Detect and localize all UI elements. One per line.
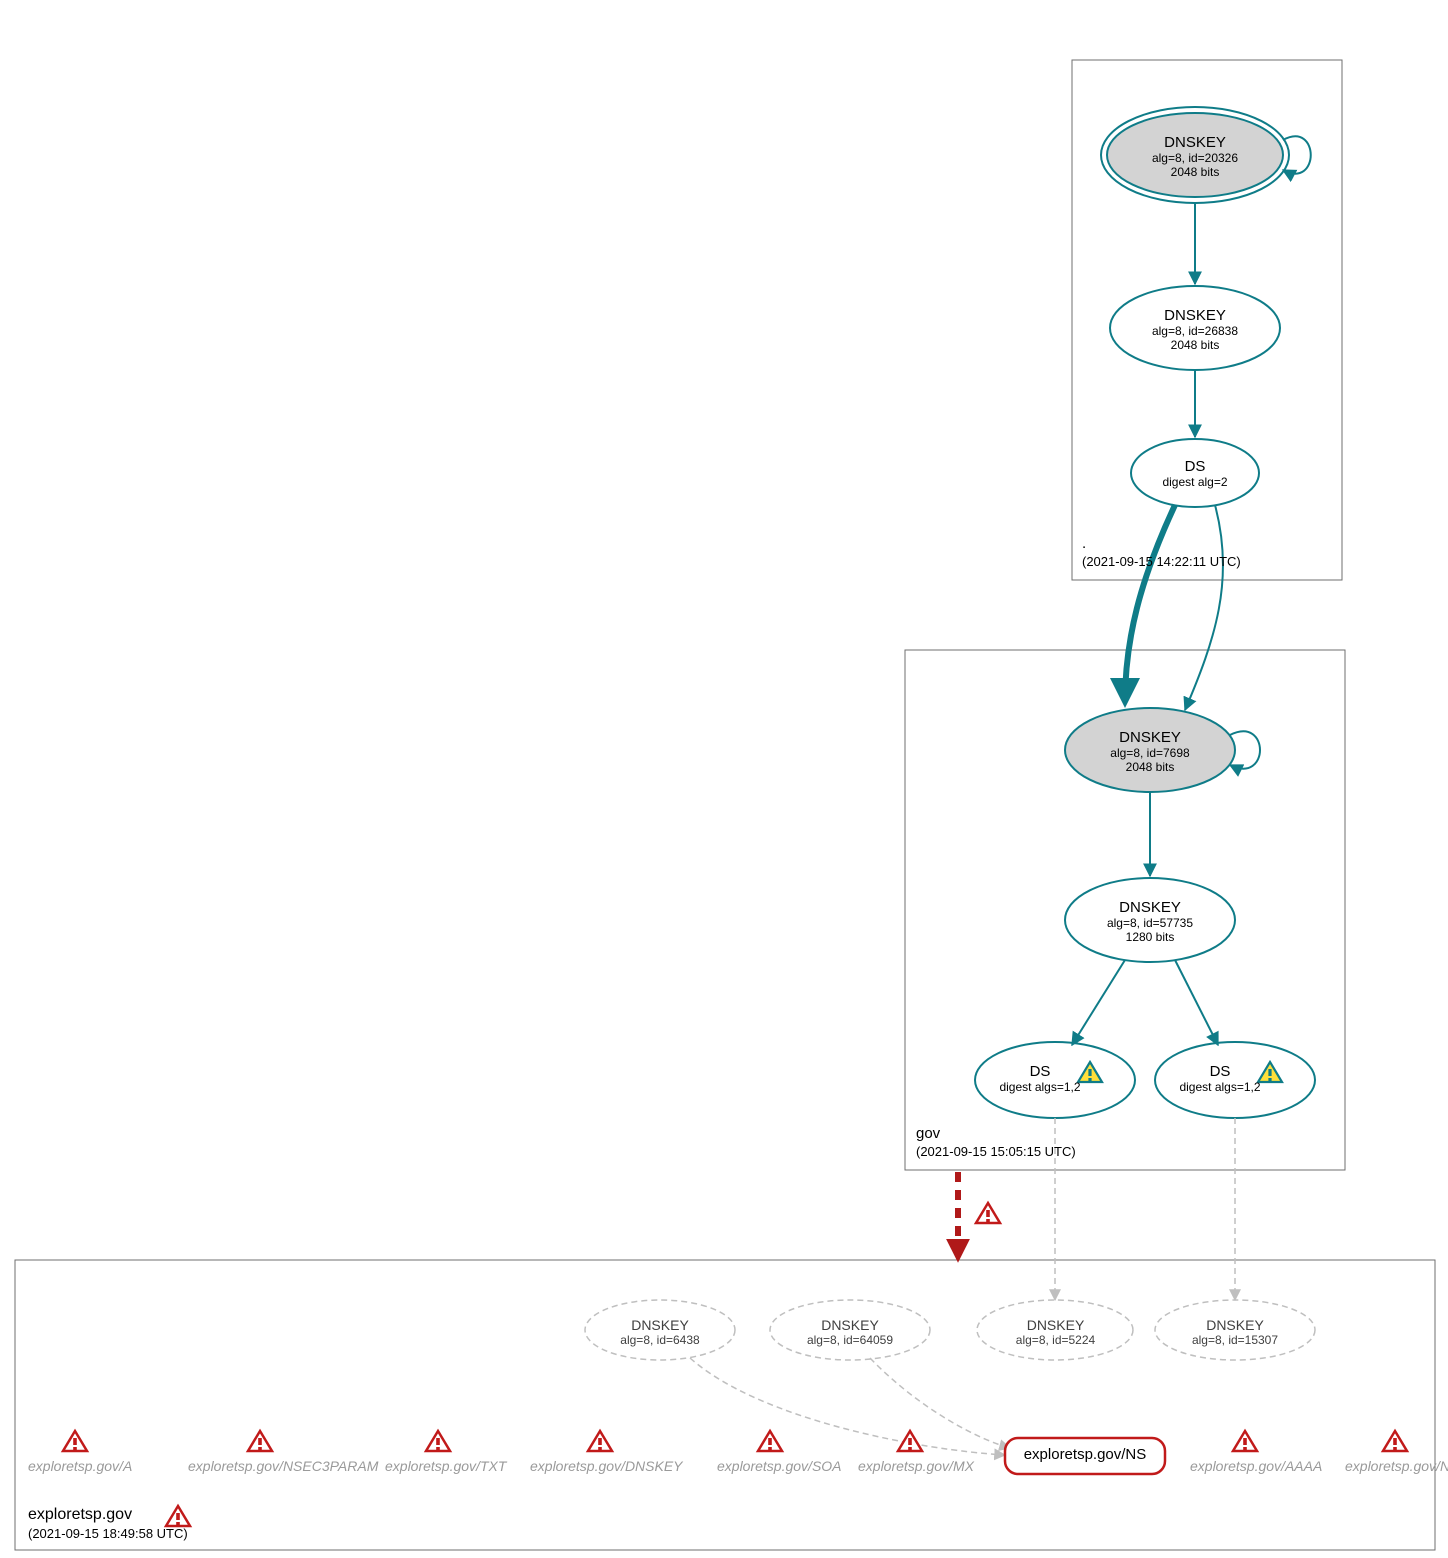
record-aaaa: exploretsp.gov/AAAA bbox=[1190, 1458, 1322, 1474]
record-ns: exploretsp.gov/NS bbox=[1012, 1446, 1158, 1463]
zone-label-exploretsp: exploretsp.gov (2021-09-15 18:49:58 UTC) bbox=[28, 1505, 188, 1543]
record-nsec3param: exploretsp.gov/NSEC3PARAM bbox=[188, 1458, 378, 1474]
record-mx: exploretsp.gov/MX bbox=[858, 1458, 974, 1474]
error-triangle-icon bbox=[758, 1431, 782, 1451]
dnssec-graph: . (2021-09-15 14:22:11 UTC) DNSKEY alg=8… bbox=[0, 0, 1448, 1558]
gov-ds1: DS digest algs=1,2 bbox=[985, 1063, 1095, 1094]
record-soa: exploretsp.gov/SOA bbox=[717, 1458, 842, 1474]
zone-label-root: . (2021-09-15 14:22:11 UTC) bbox=[1082, 534, 1241, 570]
record-a: exploretsp.gov/A bbox=[28, 1458, 132, 1474]
exploretsp-dnskey-3: DNSKEY alg=8, id=5224 bbox=[993, 1317, 1118, 1347]
error-triangle-icon bbox=[248, 1431, 272, 1451]
error-triangle-icon bbox=[898, 1431, 922, 1451]
root-ksk: DNSKEY alg=8, id=20326 2048 bits bbox=[1115, 134, 1275, 179]
exploretsp-dnskey-1: DNSKEY alg=8, id=6438 bbox=[600, 1317, 720, 1347]
error-triangle-icon bbox=[426, 1431, 450, 1451]
record-ns2: exploretsp.gov/NS bbox=[1345, 1458, 1448, 1474]
gov-ds2: DS digest algs=1,2 bbox=[1165, 1063, 1275, 1094]
record-dnskey: exploretsp.gov/DNSKEY bbox=[530, 1458, 683, 1474]
error-triangle-icon bbox=[63, 1431, 87, 1451]
record-txt: exploretsp.gov/TXT bbox=[385, 1458, 506, 1474]
error-triangle-icon bbox=[1233, 1431, 1257, 1451]
error-triangle-icon bbox=[1383, 1431, 1407, 1451]
gov-zsk: DNSKEY alg=8, id=57735 1280 bits bbox=[1070, 899, 1230, 944]
root-ds: DS digest alg=2 bbox=[1135, 458, 1255, 489]
zone-box-exploretsp bbox=[15, 1260, 1435, 1550]
error-triangle-icon bbox=[976, 1203, 1000, 1223]
root-zsk: DNSKEY alg=8, id=26838 2048 bits bbox=[1115, 307, 1275, 352]
error-triangle-icon bbox=[588, 1431, 612, 1451]
exploretsp-dnskey-2: DNSKEY alg=8, id=64059 bbox=[785, 1317, 915, 1347]
zone-label-gov: gov (2021-09-15 15:05:15 UTC) bbox=[916, 1124, 1076, 1160]
gov-ksk: DNSKEY alg=8, id=7698 2048 bits bbox=[1070, 729, 1230, 774]
exploretsp-dnskey-4: DNSKEY alg=8, id=15307 bbox=[1170, 1317, 1300, 1347]
